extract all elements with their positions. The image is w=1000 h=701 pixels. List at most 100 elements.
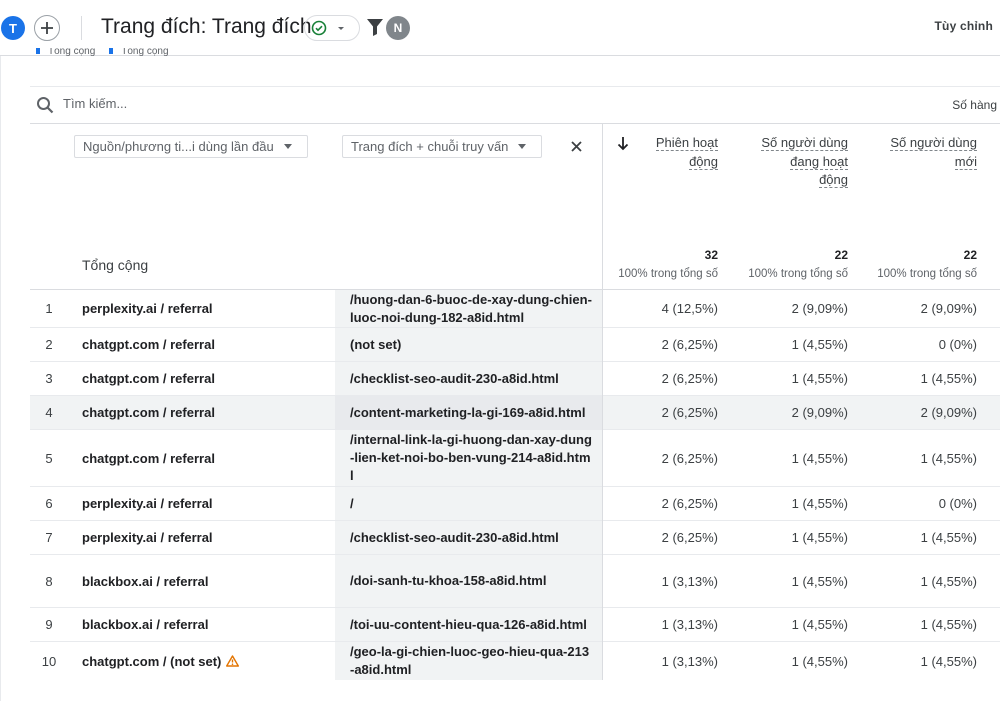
landing-page-cell: /content-marketing-la-gi-169-a8id.html <box>335 396 602 429</box>
source-cell: chatgpt.com / referral <box>82 430 215 486</box>
column-header-sessions[interactable]: Phiên hoạt động <box>655 134 718 171</box>
dropdown-caret-icon <box>518 144 527 149</box>
header-line: động <box>819 172 848 188</box>
table-row[interactable]: 4 chatgpt.com / referral /content-market… <box>30 396 1000 430</box>
warning-icon[interactable] <box>226 655 240 667</box>
source-cell: perplexity.ai / referral <box>82 521 213 554</box>
header-line: Số người dùng <box>761 135 848 151</box>
source-cell: chatgpt.com / referral <box>82 328 215 361</box>
row-number: 6 <box>45 496 53 511</box>
table-row[interactable]: 1 perplexity.ai / referral /huong-dan-6-… <box>30 290 1000 328</box>
table-row[interactable]: 7 perplexity.ai / referral /checklist-se… <box>30 521 1000 555</box>
new-users-cell: 1 (4,55%) <box>920 530 977 545</box>
source-text: chatgpt.com / (not set) <box>82 653 222 669</box>
check-circle-icon <box>311 20 327 36</box>
total-new-users-percent: 100% trong tổng số <box>877 268 977 280</box>
remove-secondary-dimension-button[interactable] <box>567 137 585 155</box>
row-number: 5 <box>45 450 53 466</box>
active-users-cell: 1 (4,55%) <box>791 573 848 589</box>
active-users-cell: 1 (4,55%) <box>791 496 848 511</box>
customize-report-button[interactable]: Tùy chỉnh <box>935 19 993 33</box>
sessions-cell: 4 (12,5%) <box>661 301 718 316</box>
filter-avatar[interactable]: N <box>386 16 410 40</box>
secondary-dimension-select[interactable]: Trang đích + chuỗi truy vấn <box>342 135 542 158</box>
report-header: T Trang đích: Trang đích N Tùy chỉnh Tổn… <box>0 0 1000 57</box>
source-text: chatgpt.com / referral <box>82 371 215 386</box>
active-users-cell: 1 (4,55%) <box>791 653 848 669</box>
new-users-cell: 0 (0%) <box>938 337 977 352</box>
row-number: 8 <box>45 573 53 589</box>
search-icon <box>37 97 54 114</box>
chevron-down-icon <box>338 27 344 30</box>
totals-label: Tổng cộng <box>82 257 149 273</box>
add-comparison-button[interactable] <box>34 15 60 41</box>
left-border <box>0 56 1 701</box>
page-title: Trang đích: Trang đích <box>101 15 312 38</box>
active-users-cell: 1 (4,55%) <box>791 617 848 632</box>
column-header-new-users[interactable]: Số người dùng mới <box>890 134 977 171</box>
total-new-users: 22 <box>963 248 977 262</box>
landing-page-cell: /internal-link-la-gi-huong-dan-xay-dung-… <box>335 430 602 486</box>
new-users-cell: 1 (4,55%) <box>920 573 977 589</box>
new-users-cell: 1 (4,55%) <box>920 450 977 466</box>
source-cell: blackbox.ai / referral <box>82 608 208 641</box>
row-number: 3 <box>45 371 53 386</box>
new-users-cell: 1 (4,55%) <box>920 617 977 632</box>
source-cell: chatgpt.com / (not set) <box>82 642 240 680</box>
landing-page-cell: /toi-uu-content-hieu-qua-126-a8id.html <box>335 608 602 641</box>
source-cell: chatgpt.com / referral <box>82 362 215 395</box>
table-row[interactable]: 9 blackbox.ai / referral /toi-uu-content… <box>30 608 1000 642</box>
source-text: blackbox.ai / referral <box>82 617 209 632</box>
sort-descending-icon[interactable] <box>616 136 630 152</box>
header-line: động <box>689 153 718 170</box>
landing-page-cell: /checklist-seo-audit-230-a8id.html <box>335 362 602 395</box>
new-users-cell: 2 (9,09%) <box>920 301 977 316</box>
header-divider <box>81 16 82 40</box>
table-row[interactable]: 2 chatgpt.com / referral (not set) 2 (6,… <box>30 328 1000 362</box>
sessions-cell: 2 (6,25%) <box>661 405 718 420</box>
primary-dimension-select[interactable]: Nguồn/phương ti...i dùng lần đầu <box>74 135 308 158</box>
table-row[interactable]: 10 chatgpt.com / (not set) /geo-la-gi-ch… <box>30 642 1000 680</box>
row-number: 4 <box>45 405 53 420</box>
table-row[interactable]: 5 chatgpt.com / referral /internal-link-… <box>30 430 1000 487</box>
rows-per-page-label[interactable]: Số hàng <box>952 98 997 112</box>
search-input[interactable] <box>63 96 363 111</box>
legend-item: Tổng cộng <box>36 48 95 57</box>
total-active-users-percent: 100% trong tổng số <box>748 268 848 280</box>
row-number: 10 <box>41 653 57 669</box>
source-cell: chatgpt.com / referral <box>82 396 215 429</box>
table-header: Nguồn/phương ti...i dùng lần đầu Trang đ… <box>30 124 1000 290</box>
sessions-cell: 2 (6,25%) <box>661 450 718 466</box>
column-header-active-users[interactable]: Số người dùng đang hoạt động <box>761 134 848 190</box>
header-line: đang hoạt <box>790 153 848 170</box>
sessions-cell: 1 (3,13%) <box>661 653 718 669</box>
source-text: chatgpt.com / referral <box>82 337 215 352</box>
table-row[interactable]: 8 blackbox.ai / referral /doi-sanh-tu-kh… <box>30 555 1000 608</box>
new-users-cell: 0 (0%) <box>938 496 977 511</box>
comparison-avatar[interactable]: T <box>1 16 25 40</box>
row-number: 7 <box>45 530 53 545</box>
landing-page-cell: / <box>335 487 602 520</box>
row-number: 2 <box>45 337 53 352</box>
table-toolbar: Số hàng <box>30 86 1000 124</box>
filter-icon[interactable] <box>366 17 384 37</box>
header-line: Số người dùng <box>890 135 977 151</box>
row-number: 9 <box>45 617 53 632</box>
plus-icon <box>41 22 53 34</box>
table-row[interactable]: 6 perplexity.ai / referral / 2 (6,25%) 1… <box>30 487 1000 521</box>
sessions-cell: 2 (6,25%) <box>661 337 718 352</box>
landing-page-cell: /huong-dan-6-buoc-de-xay-dung-chien-luoc… <box>335 290 602 327</box>
total-sessions: 32 <box>704 248 718 262</box>
table-row[interactable]: 3 chatgpt.com / referral /checklist-seo-… <box>30 362 1000 396</box>
sessions-cell: 2 (6,25%) <box>661 496 718 511</box>
source-text: perplexity.ai / referral <box>82 301 213 316</box>
sessions-cell: 1 (3,13%) <box>661 617 718 632</box>
header-line: Phiên hoạt <box>655 135 718 151</box>
new-users-cell: 1 (4,55%) <box>920 371 977 386</box>
dropdown-caret-icon <box>283 144 292 149</box>
active-users-cell: 1 (4,55%) <box>791 337 848 352</box>
source-text: chatgpt.com / referral <box>82 450 215 466</box>
active-users-cell: 1 (4,55%) <box>791 371 848 386</box>
secondary-dimension-label: Trang đích + chuỗi truy vấn <box>351 139 509 154</box>
report-status-dropdown[interactable] <box>304 15 360 41</box>
